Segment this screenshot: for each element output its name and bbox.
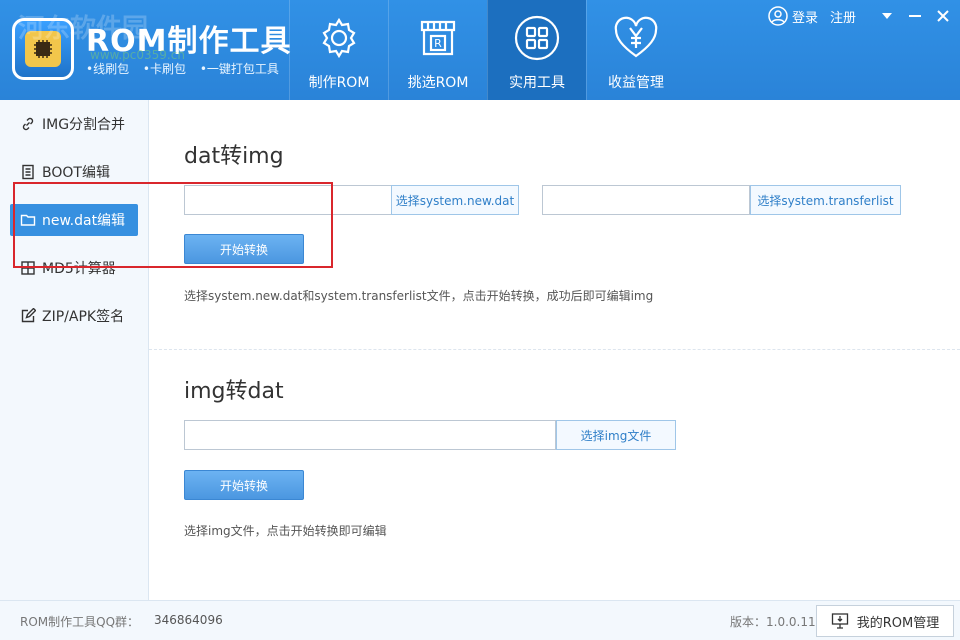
main-nav: 制作ROM R 挑选ROM 实用工具 收益管理 [289,0,685,100]
sidebar-item-md5[interactable]: MD5计算器 [10,252,138,284]
app-header: 河东软件园 ROM制作工具 www.pc0359.cn •线刷包 •卡刷包 •一… [0,0,960,100]
version-text: 版本：1.0.0.11 [730,615,816,629]
status-bar: ROM制作工具QQ群： 346864096 版本：1.0.0.11 我的ROM管… [0,600,960,640]
sidebar: IMG分割合并 BOOT编辑 new.dat编辑 MD5计算器 ZIP/APK签… [0,100,149,600]
sidebar-item-zip-sign[interactable]: ZIP/APK签名 [10,300,138,332]
top-right-controls: 登录 注册 [768,6,952,26]
login-link[interactable]: 登录 [792,7,818,26]
grid-icon [514,15,560,61]
my-rom-manage-label: 我的ROM管理 [856,615,940,631]
nav-make-rom[interactable]: 制作ROM [289,0,388,100]
qq-group-number: 346864096 [154,613,223,627]
section-title-dat-to-img: dat转img [184,144,284,169]
sidebar-item-img-split[interactable]: IMG分割合并 [10,108,138,140]
start-convert-dat-button[interactable]: 开始转换 [184,234,304,264]
main-panel: dat转img 选择system.new.dat 选择system.transf… [149,100,960,600]
sidebar-item-boot-edit[interactable]: BOOT编辑 [10,156,138,188]
dat-to-img-hint: 选择system.new.dat和system.transferlist文件，点… [184,289,654,303]
section-title-img-to-dat: img转dat [184,379,284,404]
user-icon [768,6,788,26]
img-path-input[interactable] [184,420,556,450]
start-convert-img-button[interactable]: 开始转换 [184,470,304,500]
svg-text:R: R [434,37,442,50]
pick-img-button[interactable]: 选择img文件 [556,420,676,450]
img-to-dat-hint: 选择img文件，点击开始转换即可编辑 [184,524,387,538]
register-link[interactable]: 注册 [830,7,856,26]
nav-label: 制作ROM [308,75,370,91]
sidebar-item-label: MD5计算器 [42,261,116,277]
new-dat-path-input[interactable] [184,185,392,215]
link-icon [22,117,34,131]
nav-tools[interactable]: 实用工具 [487,0,586,100]
dropdown-icon[interactable] [878,7,896,25]
gear-icon [322,17,356,59]
sidebar-item-label: new.dat编辑 [42,213,126,229]
calculator-icon [21,261,35,275]
minimize-icon[interactable] [906,7,924,25]
yen-heart-icon [614,16,658,58]
transferlist-path-input[interactable] [542,185,750,215]
sidebar-item-new-dat[interactable]: new.dat编辑 [10,204,138,236]
pick-new-dat-button[interactable]: 选择system.new.dat [391,185,519,215]
nav-pick-rom[interactable]: R 挑选ROM [388,0,487,100]
sidebar-item-label: BOOT编辑 [42,165,110,181]
folder-icon [20,214,36,226]
section-divider [149,349,960,350]
nav-label: 实用工具 [509,75,565,91]
store-icon: R [420,20,456,56]
close-icon[interactable] [934,7,952,25]
edit-icon [21,308,36,323]
sidebar-item-label: ZIP/APK签名 [42,309,125,325]
my-rom-manage-button[interactable]: 我的ROM管理 [816,605,954,637]
document-icon [22,164,34,180]
subtitle-item: •卡刷包 [142,62,187,76]
qq-group-label: ROM制作工具QQ群： [20,615,140,629]
subtitle-item: •一键打包工具 [199,62,279,76]
subtitle-item: •线刷包 [86,62,130,76]
pick-transferlist-button[interactable]: 选择system.transferlist [750,185,901,215]
nav-earnings[interactable]: 收益管理 [586,0,685,100]
nav-label: 收益管理 [608,75,664,91]
nav-label: 挑选ROM [407,75,469,91]
monitor-download-icon [831,613,848,629]
sidebar-item-label: IMG分割合并 [42,117,126,133]
app-subtitle: •线刷包 •卡刷包 •一键打包工具 [86,60,289,77]
